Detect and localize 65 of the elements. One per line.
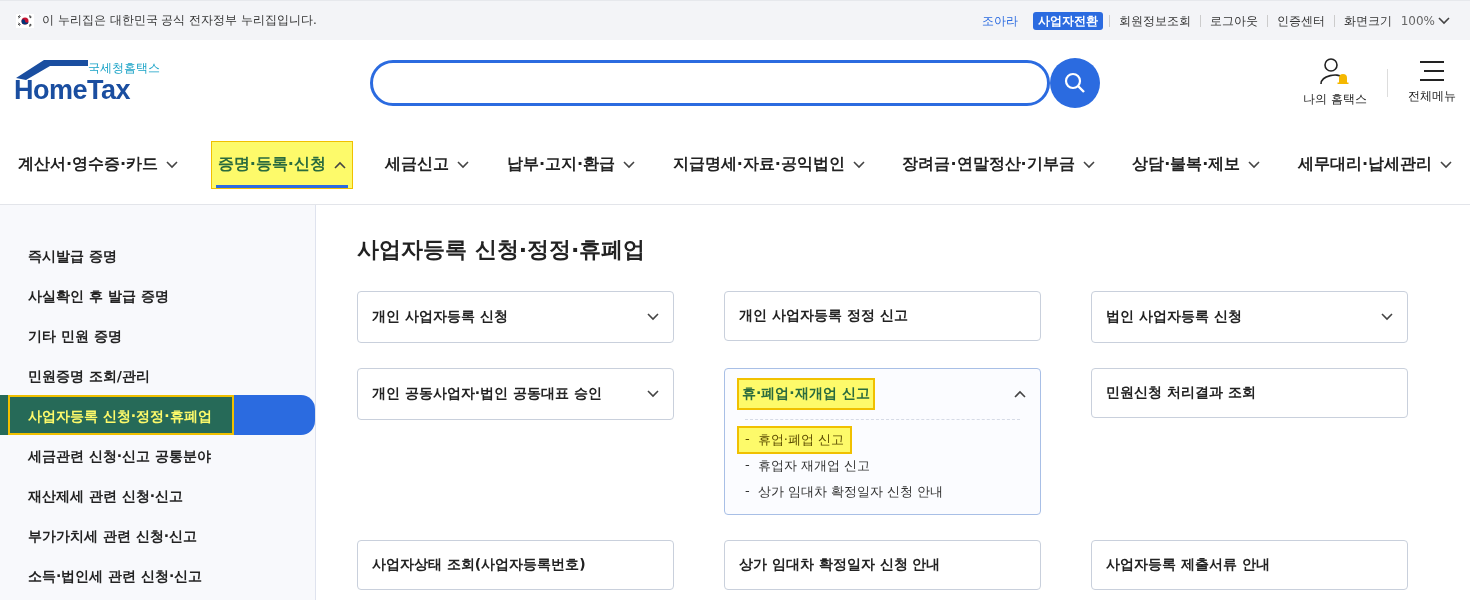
search-button[interactable] (1050, 57, 1100, 108)
house-roof-icon (14, 57, 90, 80)
chevron-icon (1014, 390, 1026, 398)
menu-card[interactable]: 사업자등록 제출서류 안내 (1091, 540, 1408, 590)
chevron-icon (1082, 160, 1095, 169)
menu-card[interactable]: 상가 임대차 확정일자 신청 안내 (724, 540, 1041, 590)
sidebar-item[interactable]: 민원증명 조회/관리 (0, 355, 315, 395)
top-link[interactable]: 조아라 (972, 14, 1027, 27)
logo-text: HomeTax (14, 74, 131, 106)
search-field[interactable] (370, 59, 1050, 106)
zoom-select[interactable]: 100% (1400, 13, 1450, 28)
menu-card[interactable]: 개인 사업자등록 정정 신고 (724, 291, 1041, 341)
chevron-icon (166, 160, 179, 169)
nav-tab[interactable]: 계산서·영수증·카드 (14, 124, 183, 205)
sidebar-item[interactable]: 즉시발급 증명 (0, 235, 315, 275)
nav-tab[interactable]: 증명·등록·신청 (211, 141, 352, 188)
search-icon (1064, 71, 1086, 94)
all-menu-button[interactable]: 전체메뉴 (1408, 60, 1456, 105)
sidebar-item[interactable]: 소득·법인세 관련 신청·신고 (0, 555, 315, 595)
sidebar-item[interactable]: 사실확인 후 발급 증명 (0, 275, 315, 315)
chevron-icon (1248, 160, 1261, 169)
flag-icon (16, 13, 34, 28)
chevron-icon (623, 160, 636, 169)
top-link[interactable]: 사업자전환 (1032, 11, 1103, 30)
card-toggle[interactable]: 법인 사업자등록 신청 (1092, 292, 1407, 342)
top-link[interactable]: 회원정보조회 (1108, 14, 1200, 27)
my-hometax-button[interactable]: 나의 홈택스 (1303, 57, 1367, 108)
chevron-icon (1381, 313, 1393, 321)
menu-card[interactable]: 사업자상태 조회(사업자등록번호) (357, 540, 674, 590)
caret-icon (1438, 16, 1450, 25)
card-toggle[interactable]: 개인 사업자등록 신청 (358, 292, 673, 342)
chevron-icon (333, 160, 346, 169)
card-toggle[interactable]: 휴·폐업·재개업 신고 (725, 369, 1040, 419)
chevron-icon (647, 313, 659, 321)
bullet-mark: - (745, 431, 750, 448)
nav-tab[interactable]: 상담·불복·제보 (1128, 124, 1265, 205)
chevron-icon (852, 160, 865, 169)
sidebar-item[interactable]: 기타 민원 증명 (0, 315, 315, 355)
sidebar-item[interactable]: 사업자등록 신청·정정·휴폐업 (0, 395, 315, 435)
sidebar-item[interactable]: 세금관련 신청·신고 공통분야 (0, 435, 315, 475)
sub-menu-link[interactable]: - 휴업자 재개업 신고 (745, 454, 870, 478)
chevron-icon (1439, 160, 1452, 169)
top-link[interactable]: 인증센터 (1266, 14, 1334, 27)
nav-tab[interactable]: 장려금·연말정산·기부금 (898, 124, 1099, 205)
bullet-mark: - (745, 457, 750, 474)
user-bell-icon (1319, 57, 1352, 85)
menu-icon (1419, 60, 1445, 82)
menu-card[interactable]: 민원신청 처리결과 조회 (1091, 368, 1408, 418)
card-toggle[interactable]: 개인 공동사업자·법인 공동대표 승인 (358, 369, 673, 419)
sidebar-item[interactable]: 재산제세 관련 신청·신고 (0, 475, 315, 515)
logo-subtitle: 국세청홈택스 (88, 59, 160, 77)
top-link[interactable]: 로그아웃 (1199, 14, 1267, 27)
gov-notice-text: 이 누리집은 대한민국 공식 전자정부 누리집입니다. (42, 12, 317, 29)
bullet-mark: - (745, 483, 750, 500)
sidebar-item[interactable]: 부가가치세 관련 신청·신고 (0, 515, 315, 555)
nav-tab[interactable]: 납부·고지·환급 (503, 124, 640, 205)
chevron-icon (647, 390, 659, 398)
nav-tab[interactable]: 세금신고 (381, 124, 474, 205)
page-title: 사업자등록 신청·정정·휴폐업 (357, 236, 647, 264)
nav-tab[interactable]: 세무대리·납세관리 (1293, 124, 1456, 205)
sub-menu-link[interactable]: - 휴업·폐업 신고 (739, 428, 850, 452)
nav-tab[interactable]: 지급명세·자료·공익법인 (668, 124, 869, 205)
zoom-label: 화면크기 (1333, 14, 1401, 27)
sub-menu-link[interactable]: - 상가 임대차 확정일자 신청 안내 (745, 480, 944, 504)
chevron-icon (457, 160, 470, 169)
